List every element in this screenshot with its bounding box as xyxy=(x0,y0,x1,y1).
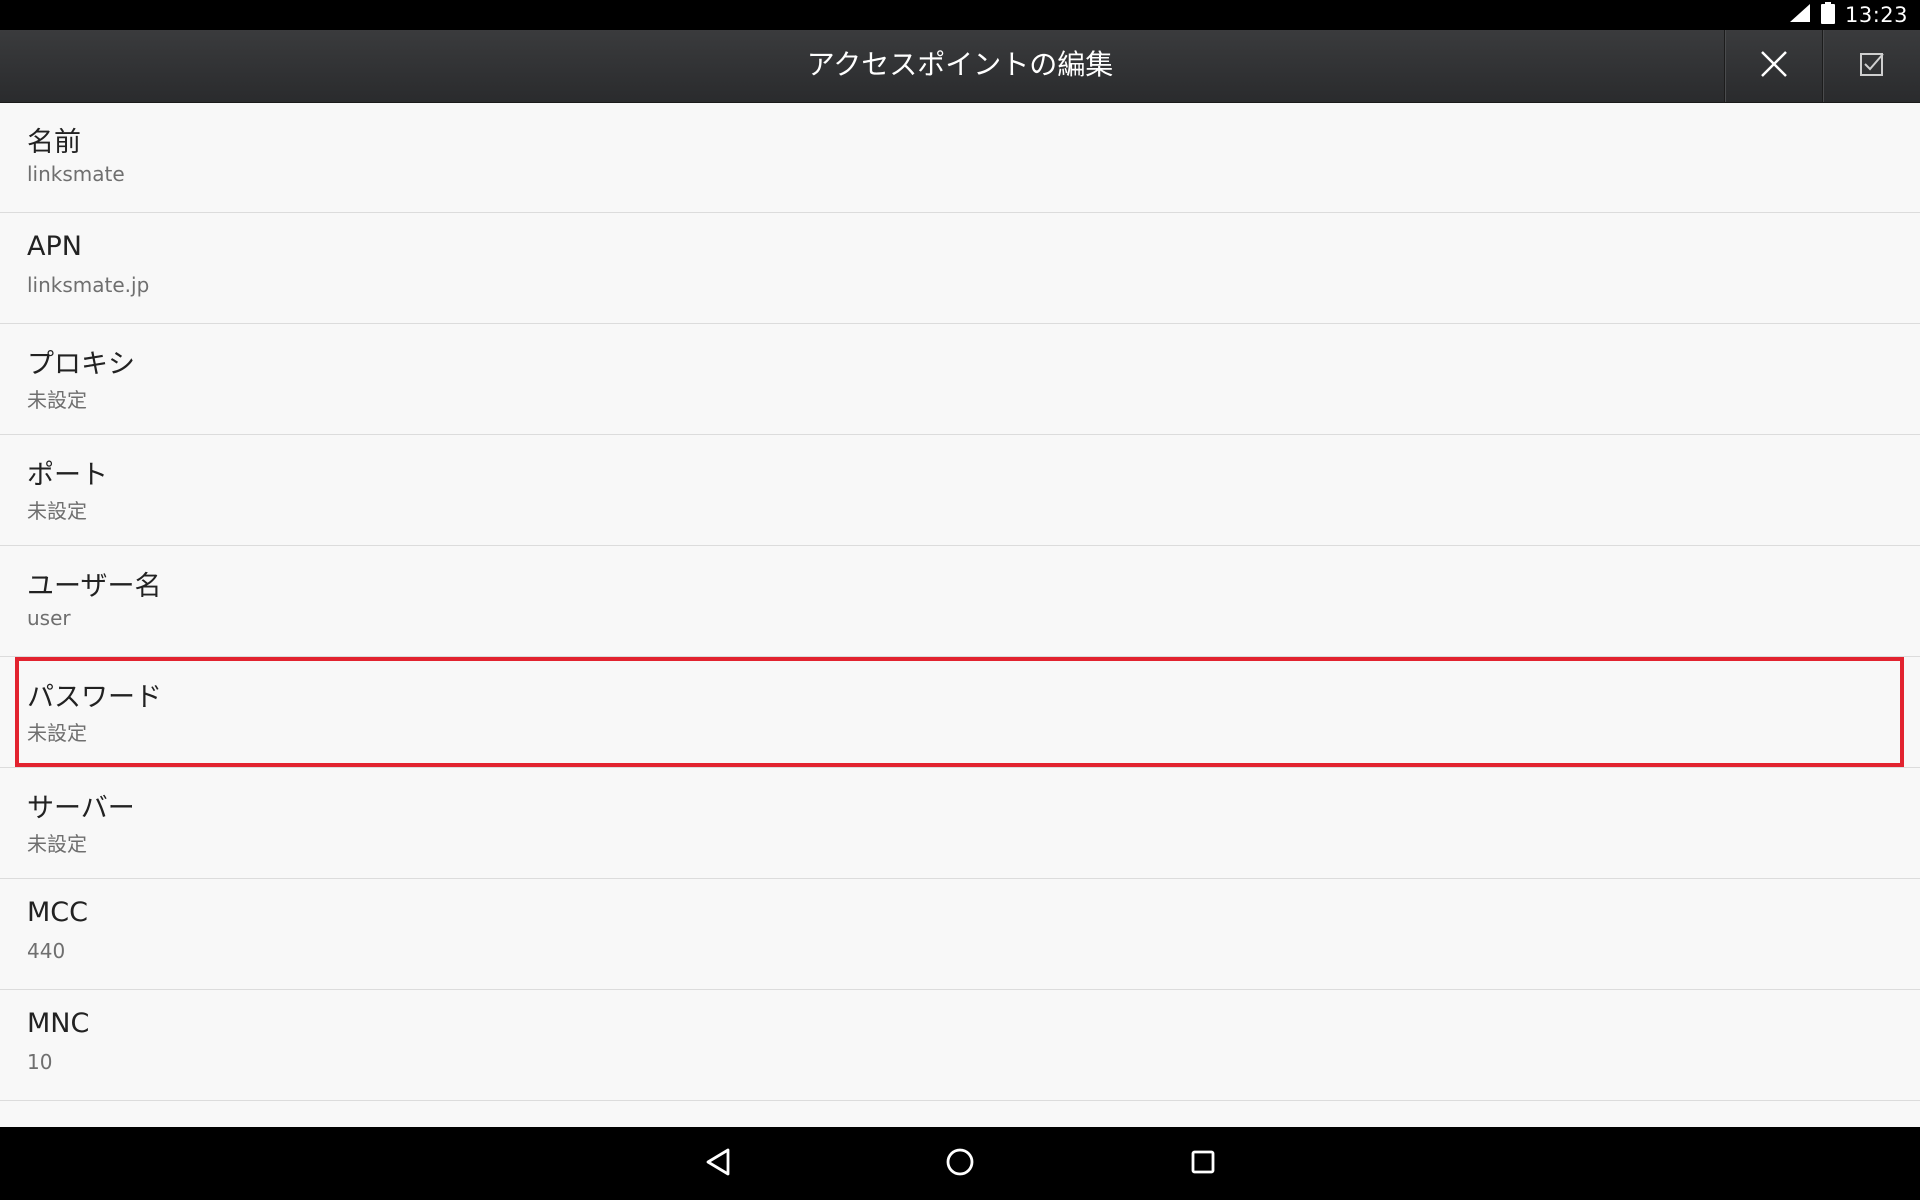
field-value: 未設定 xyxy=(27,499,87,523)
recent-apps-button[interactable] xyxy=(1143,1127,1263,1200)
field-title: MNC xyxy=(27,1008,90,1039)
field-title: 名前 xyxy=(27,127,81,158)
home-button[interactable] xyxy=(900,1127,1020,1200)
field-title: ユーザー名 xyxy=(27,571,162,602)
field-title: APN xyxy=(27,231,82,262)
field-apn[interactable]: APN linksmate.jp xyxy=(0,213,1920,324)
field-value: 10 xyxy=(27,1050,53,1074)
field-proxy[interactable]: プロキシ 未設定 xyxy=(0,324,1920,435)
field-title: パスワード xyxy=(27,682,162,713)
field-name[interactable]: 名前 linksmate xyxy=(0,102,1920,213)
field-username[interactable]: ユーザー名 user xyxy=(0,546,1920,657)
field-title: プロキシ xyxy=(27,349,135,380)
field-value: linksmate.jp xyxy=(27,273,150,297)
field-title: MCC xyxy=(27,897,89,928)
apn-settings-list: 名前 linksmate APN linksmate.jp プロキシ 未設定 ポ… xyxy=(0,102,1920,1127)
checkbox-save-icon xyxy=(1859,51,1885,81)
back-button[interactable] xyxy=(659,1127,779,1200)
field-value: 未設定 xyxy=(27,721,87,745)
navigation-bar xyxy=(0,1127,1920,1200)
home-icon xyxy=(945,1147,975,1181)
status-time: 13:23 xyxy=(1844,3,1908,27)
field-title: サーバー xyxy=(27,793,135,824)
field-mnc[interactable]: MNC 10 xyxy=(0,990,1920,1101)
field-value: linksmate xyxy=(27,162,125,186)
field-value: 未設定 xyxy=(27,832,87,856)
back-icon xyxy=(704,1147,734,1181)
field-value: 440 xyxy=(27,939,66,963)
action-bar: アクセスポイントの編集 xyxy=(0,30,1920,103)
page-title: アクセスポイントの編集 xyxy=(806,48,1114,81)
field-port[interactable]: ポート 未設定 xyxy=(0,435,1920,546)
save-button[interactable] xyxy=(1822,30,1920,102)
field-title: ポート xyxy=(27,460,108,491)
cancel-button[interactable] xyxy=(1724,30,1823,102)
field-server[interactable]: サーバー 未設定 xyxy=(0,768,1920,879)
status-icons: 13:23 xyxy=(1789,0,1908,30)
status-bar: 13:23 xyxy=(0,0,1920,30)
screen: 13:23 アクセスポイントの編集 名前 linksmate APN links… xyxy=(0,0,1920,1200)
close-icon xyxy=(1759,49,1789,83)
recent-apps-icon xyxy=(1189,1148,1217,1180)
field-value: 未設定 xyxy=(27,388,87,412)
signal-icon xyxy=(1789,3,1811,27)
field-value: user xyxy=(27,606,71,630)
battery-icon xyxy=(1820,2,1835,28)
field-mcc[interactable]: MCC 440 xyxy=(0,879,1920,990)
field-password[interactable]: パスワード 未設定 xyxy=(0,657,1920,768)
